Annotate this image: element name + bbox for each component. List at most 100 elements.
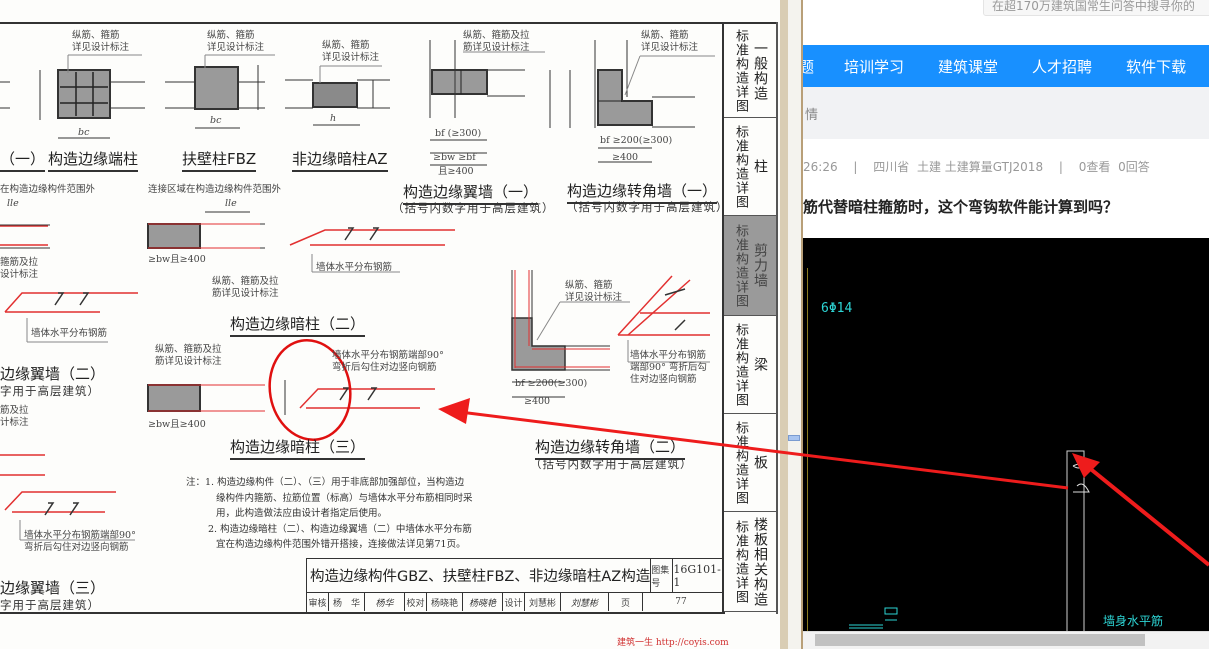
dim-corner1-400: ≥400 [612, 152, 639, 163]
dim-corner2-400: ≥400 [524, 396, 551, 407]
checker-signature: 杨晓艳 [463, 593, 503, 611]
side-tab-shear-wall[interactable]: 标准构造详图 剪力墙 [724, 216, 776, 316]
side-tab-slab[interactable]: 标准构造详图 板 [724, 414, 776, 512]
dim-bw-bf: ≥bw ≥bf [433, 152, 476, 163]
designer-name: 刘慧彬 [525, 593, 561, 611]
drawing-notes: 注：1. 构造边缘构件（二）、（三）用于非底部加强部位，当构造边 缘构件内箍筋、… [186, 475, 473, 553]
check-label: 校对 [405, 593, 427, 611]
hidden-col-3-section [147, 384, 201, 412]
corner-wall-2-section [511, 317, 566, 371]
search-input[interactable]: 在超170万建筑国常生问答中搜寻你的 [983, 0, 1209, 16]
cad-horizontal-scrollbar[interactable] [803, 631, 1209, 649]
side-tab-prefix: 标准构造详图 [733, 519, 748, 604]
side-tab-label: 梁 [752, 357, 768, 372]
fig-note-flange-wall-2: 字用于高层建筑） [0, 384, 100, 398]
fbz-section [194, 66, 239, 110]
atlas-label: 图集号 [651, 559, 674, 592]
fig-title-hidden-col-2: 构造边缘暗柱（二） [230, 313, 366, 337]
nav-item-jobs[interactable]: 人才招聘 [1032, 56, 1092, 77]
dim-lle-2: lle [225, 198, 237, 209]
meta-separator: | [853, 160, 858, 174]
side-tab-slab-related[interactable]: 标准构造详图 楼板相关构造 [724, 512, 776, 612]
page-number: 77 [675, 597, 687, 607]
review-label: 审核 [307, 593, 329, 611]
splitter-grip-handle[interactable] [788, 435, 800, 441]
annot-hidden-col-3-rebar: 纵筋、箍筋及拉 筋详见设计标注 [155, 344, 222, 367]
side-tab-prefix: 标准构造详图 [733, 420, 748, 505]
note-line: 用，此构造做法应由设计者指定后使用。 [216, 508, 388, 519]
side-tab-label: 柱 [752, 159, 768, 174]
annot-connection: 连接区域在构造边缘构件范围外 [148, 184, 282, 195]
cad-screenshot: 6Φ14 墙身水平筋 [803, 238, 1209, 649]
annot-flange-1: 纵筋、箍筋及拉 筋详见设计标注 [463, 30, 530, 53]
dim-h: h [330, 113, 337, 124]
side-tab-label: 楼板相关构造 [752, 516, 768, 607]
side-tab-label: 一般构造 [752, 40, 768, 101]
nav-item-software[interactable]: 软件下载 [1126, 56, 1186, 77]
side-tab-label: 板 [752, 455, 768, 470]
end-column-section [57, 69, 111, 119]
breadcrumb-current: 情 [805, 107, 819, 123]
meta-province[interactable]: 四川省 [873, 160, 909, 174]
dim-corner2-row: bf ≥200(≥300) [515, 378, 588, 389]
side-tab-beam[interactable]: 标准构造详图 梁 [724, 316, 776, 414]
annot-flange-3-end90: 墙体水平分布钢筋端部90° 弯折后勾住对边竖向钢筋 [24, 530, 136, 553]
dim-corner1-row: bf ≥200(≥300) [600, 135, 673, 146]
watermark: 建筑一生 http://coyis.com [617, 638, 729, 648]
meta-category[interactable]: 土建 [917, 160, 941, 174]
fig-title-flange-wall-2: 边缘翼墙（二） [0, 365, 106, 383]
fig-note-corner-wall-1: （括号内数字用于高层建筑） [566, 200, 729, 214]
side-tab-prefix: 标准构造详图 [733, 124, 748, 209]
az-section [312, 82, 358, 108]
annot-hidden-col-2-rebar: 纵筋、箍筋及拉 筋详见设计标注 [212, 276, 279, 299]
meta-software[interactable]: 土建算量GTJ2018 [945, 160, 1043, 174]
dim-and400: 且≥400 [438, 166, 474, 177]
annot-partial-tie-2: 筋及拉 计标注 [0, 405, 29, 428]
annot-wall-horiz-2: 墙体水平分布钢筋 [31, 328, 108, 339]
note-line: 2. 构造边缘暗柱（二）、构造边缘翼墙（二）中墙体水平分布筋 [208, 523, 472, 535]
side-tab-column[interactable]: 标准构造详图 柱 [724, 118, 776, 216]
designer-signature: 刘慧彬 [561, 593, 609, 611]
fig-title-fbz: 扶壁柱FBZ [182, 148, 257, 172]
title-block: 构造边缘构件GBZ、扶壁柱FBZ、非边缘暗柱AZ构造 图集号 16G101-1 … [306, 558, 722, 612]
fig-title-end-column-partial: （一） [0, 148, 46, 172]
design-label: 设计 [503, 593, 525, 611]
nav-item-partial[interactable]: 题 [803, 56, 814, 77]
side-tab-prefix: 标准构造详图 [733, 322, 748, 407]
pane-splitter[interactable] [780, 0, 803, 649]
flange-wall-1-section [431, 69, 488, 95]
dim-bw400-2: ≥bw且≥400 [148, 419, 206, 430]
meta-separator: | [1058, 160, 1063, 174]
annot-partial-tie: 箍筋及拉 设计标注 [0, 257, 39, 280]
side-tab-label: 剪力墙 [752, 243, 768, 288]
note-line: 注：1. 构造边缘构件（二）、（三）用于非底部加强部位，当构造边 [186, 477, 465, 488]
meta-time: 26:26 [803, 160, 838, 174]
cad-column-outline [1066, 450, 1085, 649]
fig-title-az: 非边缘暗柱AZ [292, 148, 388, 172]
corner-wall-1-section [597, 69, 653, 126]
nav-item-training[interactable]: 培训学习 [844, 56, 904, 77]
question-title: 筋代替暗柱箍筋时，这个弯钩软件能计算到吗？ [803, 198, 1119, 216]
fig-title-end-column: 构造边缘端柱 [48, 148, 139, 172]
annot-corner-1: 纵筋、箍筋 详见设计标注 [641, 30, 699, 53]
reviewer-signature: 杨华 [365, 593, 405, 611]
annot-corner-2-rebar: 纵筋、箍筋 详见设计标注 [565, 280, 623, 303]
note-line: 宜在构造边缘构件范围外错开搭接，连接做法详见第71页。 [216, 539, 466, 550]
annot-end90-hidden-col-3: 墙体水平分布钢筋端部90° 弯折后勾住对边竖向钢筋 [332, 350, 444, 373]
side-tab-general[interactable]: 标准构造详图 一般构造 [724, 24, 776, 118]
frame-line-outer [776, 22, 778, 614]
cad-cyan-symbols [849, 607, 898, 629]
question-meta: 26:26 | 四川省 土建 土建算量GTJ2018 | 0查看 0回答 [803, 158, 1150, 175]
annot-connection-partial: 在构造边缘构件范围外 [0, 184, 96, 195]
frame-line-bottom [0, 612, 725, 614]
drawing-sheet: 标准构造详图 一般构造 标准构造详图 柱 标准构造详图 剪力墙 标准构造详图 梁… [0, 0, 780, 649]
nav-item-classroom[interactable]: 建筑课堂 [938, 56, 998, 77]
annot-wall-horiz-1: 墙体水平分布钢筋 [316, 262, 393, 273]
cad-geometry [849, 450, 1090, 649]
meta-views: 0查看 [1078, 160, 1111, 174]
fig-note-corner-wall-2: （括号内数字用于高层建筑） [530, 457, 693, 471]
side-tab-prefix: 标准构造详图 [733, 223, 748, 308]
fig-title-hidden-col-3: 构造边缘暗柱（三） [230, 436, 366, 460]
cad-scrollbar-thumb[interactable] [815, 634, 1145, 646]
dim-bw400: ≥bw且≥400 [148, 254, 206, 265]
